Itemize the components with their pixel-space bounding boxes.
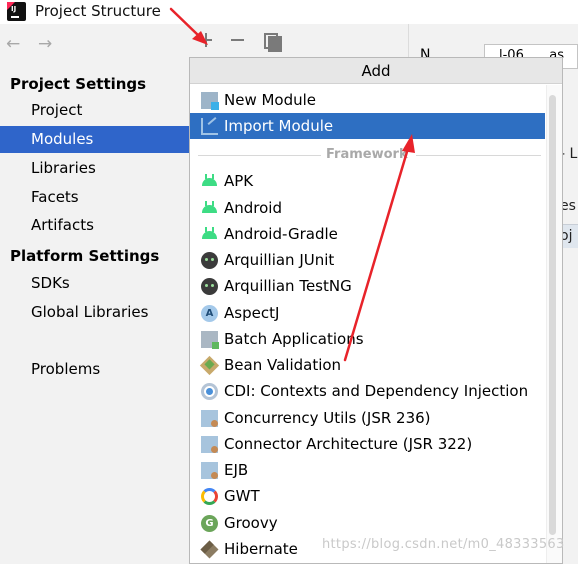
copy-icon[interactable] xyxy=(261,30,282,52)
popup-item-label: Connector Architecture (JSR 322) xyxy=(224,435,473,453)
sidebar-item-sdks[interactable]: SDKs xyxy=(0,270,189,297)
sidebar-item-global-libraries[interactable]: Global Libraries xyxy=(0,299,189,326)
popup-item-concurrency-utils[interactable]: Concurrency Utils (JSR 236) xyxy=(190,405,545,431)
popup-item-label: Hibernate xyxy=(224,540,298,558)
plus-icon[interactable] xyxy=(196,30,216,50)
sidebar: ← → Project Settings Project Modules Lib… xyxy=(0,24,189,564)
separator-line xyxy=(416,155,541,156)
popup-item-label: APK xyxy=(224,172,254,190)
title-bar: IJ Project Structure xyxy=(0,0,578,24)
popup-item-gwt[interactable]: GWT xyxy=(190,483,545,509)
sidebar-item-problems[interactable]: Problems xyxy=(0,356,189,383)
popup-item-aspectj[interactable]: A AspectJ xyxy=(190,300,545,326)
android-icon xyxy=(201,200,218,217)
aspectj-icon: A xyxy=(201,305,218,322)
hibernate-icon xyxy=(200,540,219,559)
intellij-idea-icon: IJ xyxy=(7,2,26,21)
popup-item-label: Import Module xyxy=(224,117,334,135)
popup-item-cdi[interactable]: CDI: Contexts and Dependency Injection xyxy=(190,378,545,404)
project-settings-heading: Project Settings xyxy=(10,75,147,93)
popup-item-label: Bean Validation xyxy=(224,356,342,374)
framework-separator: Framework xyxy=(326,147,408,162)
arquillian-icon xyxy=(201,252,218,269)
popup-item-bean-validation[interactable]: Bean Validation xyxy=(190,352,545,378)
popup-item-new-module[interactable]: New Module xyxy=(190,87,545,113)
popup-item-apk[interactable]: APK xyxy=(190,168,545,194)
popup-item-label: Groovy xyxy=(224,514,278,532)
gwt-icon xyxy=(201,488,218,505)
popup-item-groovy[interactable]: G Groovy xyxy=(190,510,545,536)
arrow-left-icon[interactable]: ← xyxy=(6,34,20,54)
popup-item-label: Concurrency Utils (JSR 236) xyxy=(224,409,431,427)
popup-item-label: GWT xyxy=(224,487,260,505)
sidebar-item-project[interactable]: Project xyxy=(0,97,189,124)
popup-item-arquillian-junit[interactable]: Arquillian JUnit xyxy=(190,247,545,273)
batch-icon xyxy=(201,331,219,349)
sidebar-item-modules[interactable]: Modules xyxy=(0,126,189,153)
popup-item-batch-applications[interactable]: Batch Applications xyxy=(190,326,545,352)
popup-item-android[interactable]: Android xyxy=(190,195,545,221)
popup-item-label: EJB xyxy=(224,461,249,479)
popup-item-import-module[interactable]: Import Module xyxy=(190,113,545,139)
arrow-right-icon[interactable]: → xyxy=(38,34,52,54)
popup-item-label: New Module xyxy=(224,91,317,109)
popup-item-label: Batch Applications xyxy=(224,330,364,348)
concurrency-icon xyxy=(201,410,218,427)
popup-item-label: Android xyxy=(224,199,282,217)
minus-icon[interactable] xyxy=(228,30,248,50)
popup-item-arquillian-testng[interactable]: Arquillian TestNG xyxy=(190,273,545,299)
arquillian-icon xyxy=(201,278,218,295)
sidebar-item-facets[interactable]: Facets xyxy=(0,184,189,211)
connector-icon xyxy=(201,436,218,453)
import-module-icon xyxy=(201,118,218,135)
popup-item-android-gradle[interactable]: Android-Gradle xyxy=(190,221,545,247)
popup-title: Add xyxy=(190,58,562,84)
cdi-icon xyxy=(201,383,218,400)
popup-item-label: Arquillian TestNG xyxy=(224,277,352,295)
sidebar-item-artifacts[interactable]: Artifacts xyxy=(0,212,189,239)
add-popup: Add New Module Import Module Framework A… xyxy=(189,57,563,564)
popup-item-label: Arquillian JUnit xyxy=(224,251,335,269)
popup-item-ejb[interactable]: EJB xyxy=(190,457,545,483)
popup-scrollbar-thumb[interactable] xyxy=(549,95,556,535)
separator-line xyxy=(198,155,321,156)
groovy-icon: G xyxy=(201,515,218,532)
window-title: Project Structure xyxy=(35,2,161,20)
sidebar-item-libraries[interactable]: Libraries xyxy=(0,155,189,182)
ejb-icon xyxy=(201,462,218,479)
android-icon xyxy=(201,226,218,243)
watermark: https://blog.csdn.net/m0_48333563 xyxy=(322,537,565,552)
android-icon xyxy=(201,173,218,190)
popup-item-label: CDI: Contexts and Dependency Injection xyxy=(224,382,529,400)
popup-item-connector-architecture[interactable]: Connector Architecture (JSR 322) xyxy=(190,431,545,457)
popup-item-label: AspectJ xyxy=(224,304,280,322)
new-module-icon xyxy=(201,92,219,110)
platform-settings-heading: Platform Settings xyxy=(10,247,160,265)
bean-validation-icon xyxy=(199,355,220,376)
popup-item-label: Android-Gradle xyxy=(224,225,338,243)
